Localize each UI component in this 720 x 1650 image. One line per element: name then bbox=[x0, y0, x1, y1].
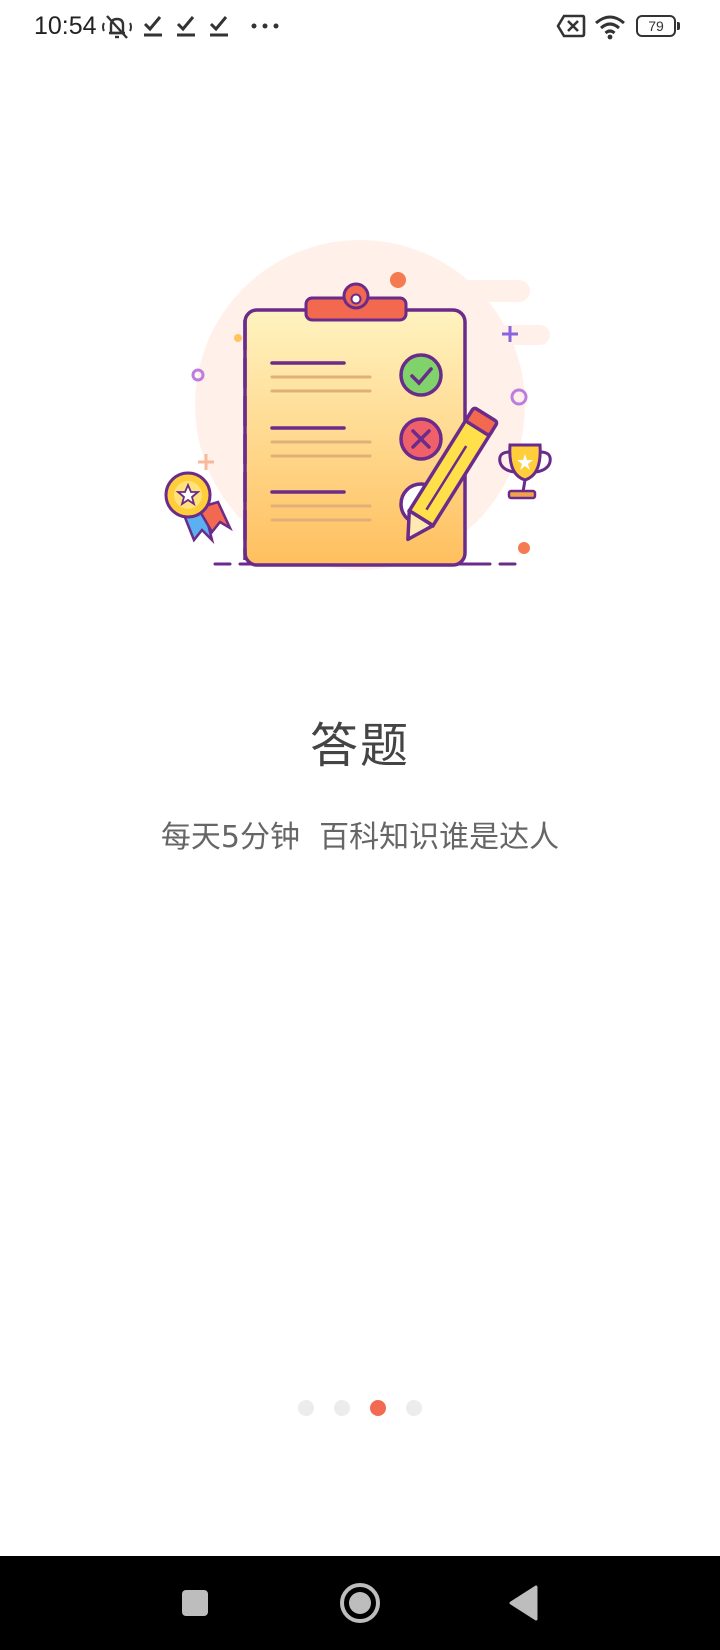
wifi-icon bbox=[595, 15, 625, 40]
recents-icon[interactable] bbox=[170, 1578, 220, 1628]
pager-indicator bbox=[0, 1400, 720, 1416]
pager-dot bbox=[298, 1400, 314, 1416]
quiz-clipboard-illustration bbox=[164, 240, 552, 570]
battery-icon: 79 bbox=[636, 15, 680, 37]
mute-icon bbox=[102, 15, 132, 39]
page-subtitle: 每天5分钟 百科知识谁是达人 bbox=[160, 820, 560, 855]
status-time: 10:54 bbox=[34, 12, 97, 40]
check-icon bbox=[209, 16, 228, 37]
pager-dot bbox=[334, 1400, 350, 1416]
no-sim-icon bbox=[556, 14, 586, 38]
home-icon[interactable] bbox=[335, 1578, 385, 1628]
navigation-bar bbox=[0, 1556, 720, 1650]
pager-dot-active bbox=[370, 1400, 386, 1416]
back-icon[interactable] bbox=[500, 1578, 550, 1628]
pager-dot bbox=[406, 1400, 422, 1416]
more-icon bbox=[251, 23, 279, 29]
status-bar: 10:54 79 bbox=[0, 0, 720, 56]
page-title: 答题 bbox=[309, 718, 410, 774]
check-icon bbox=[176, 16, 195, 37]
check-icon bbox=[143, 16, 162, 37]
